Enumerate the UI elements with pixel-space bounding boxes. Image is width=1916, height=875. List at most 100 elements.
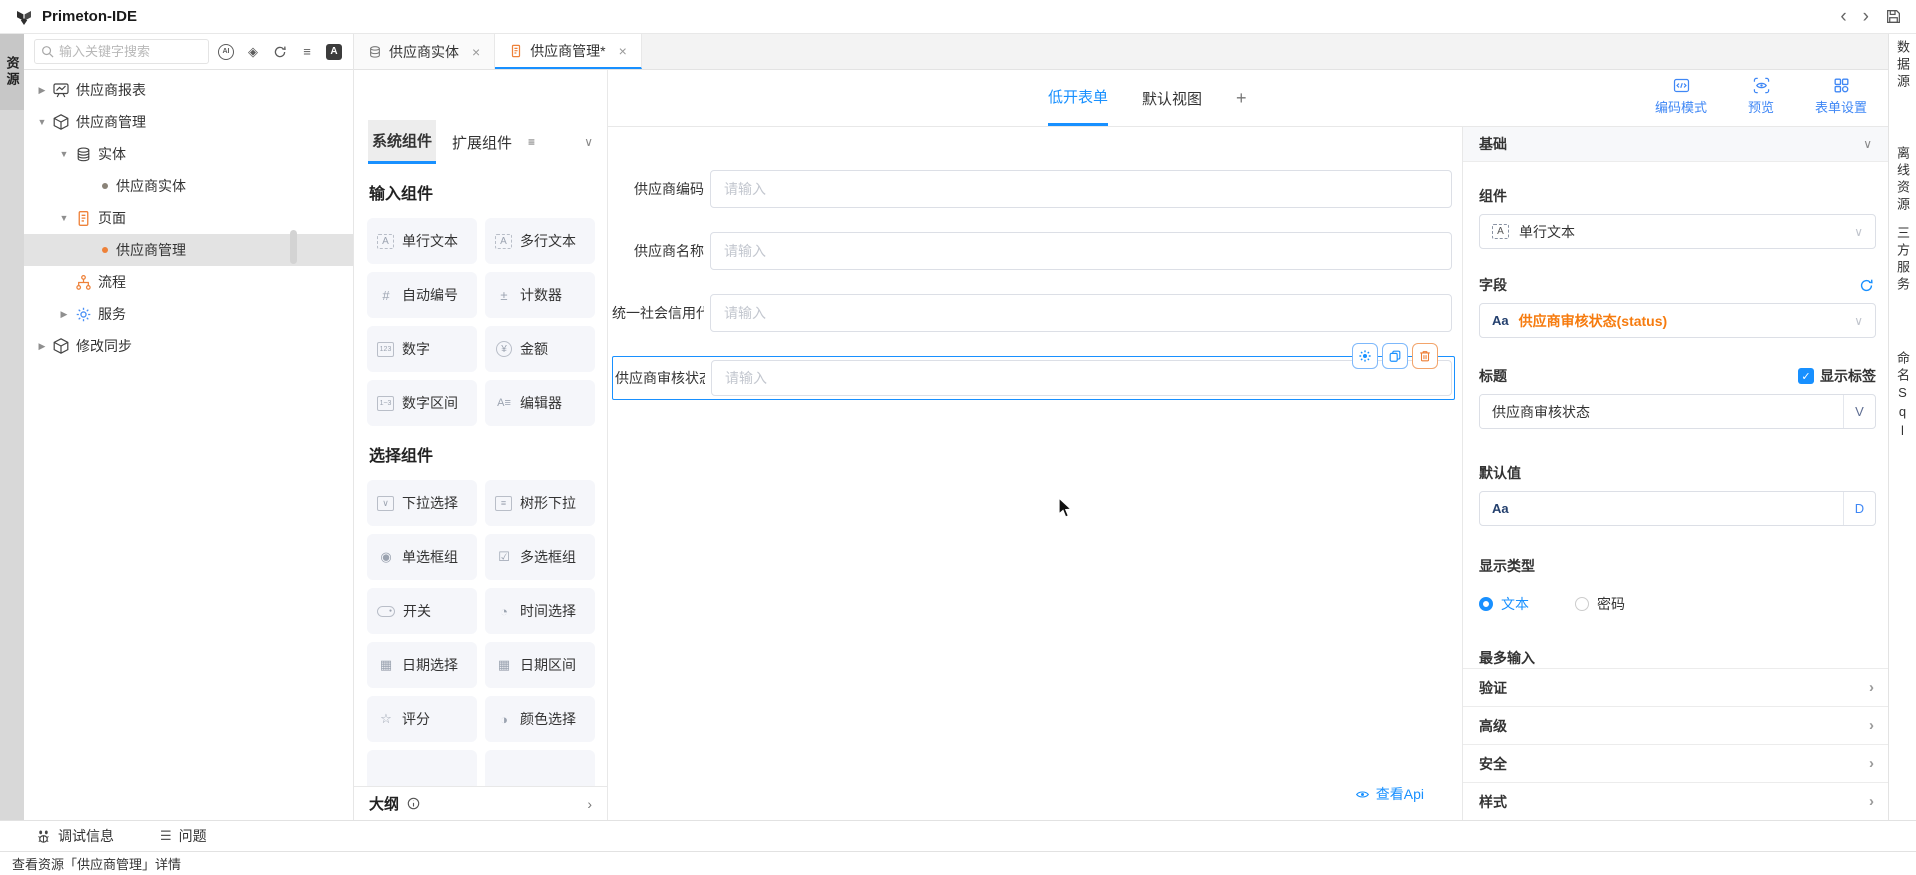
palette-item-date-picker[interactable]: ▦ 日期选择 [367,642,477,688]
view-api-link[interactable]: 查看Api [1355,784,1424,804]
palette-item-counter[interactable]: ± 计数器 [485,272,595,318]
activity-tab-resources[interactable]: 资源 [0,34,24,110]
field-settings-button[interactable] [1352,343,1378,369]
palette-item-dropdown[interactable]: ∨ 下拉选择 [367,480,477,526]
tree-item-supplier-mgmt[interactable]: ▼ 供应商管理 [24,106,353,138]
history-back-icon[interactable]: ‹ [1840,7,1846,26]
palette-item-multi-line-text[interactable]: A 多行文本 [485,218,595,264]
credit-code-input[interactable] [710,294,1452,332]
editor-tab-supplier-entity[interactable]: 供应商实体 × [354,34,496,69]
title-label-row: 标题 ✓ 显示标签 [1479,366,1876,386]
field-select[interactable]: Aa 供应商审核状态(status) ∨ [1479,303,1876,338]
chevron-right-icon: › [1869,717,1874,734]
refresh-field-icon[interactable] [1859,278,1874,293]
tree-item-services[interactable]: ▶ 服务 [24,298,353,330]
radio-password[interactable]: 密码 [1575,594,1625,614]
palette-item-tree-dropdown[interactable]: ≡ 树形下拉 [485,480,595,526]
model-icon[interactable]: ◈ [244,43,262,61]
palette-item-partial[interactable] [367,750,477,786]
palette-tab-extension[interactable]: 扩展组件 [448,120,516,164]
field-delete-button[interactable] [1412,343,1438,369]
default-value-dynamic-button[interactable]: D [1843,492,1875,525]
tree-item-entities[interactable]: ▼ 实体 [24,138,353,170]
form-field-supplier-name[interactable]: 供应商名称 [612,232,1452,270]
supplier-name-input[interactable] [710,232,1452,270]
show-label-checkbox-row[interactable]: ✓ 显示标签 [1798,366,1876,386]
radio-text[interactable]: 文本 [1479,594,1529,614]
problems-button[interactable]: ☰ 问题 [160,826,207,846]
search-input[interactable] [59,44,202,59]
palette-item-number-range[interactable]: 1~3 数字区间 [367,380,477,426]
code-mode-button[interactable]: 编码模式 [1650,77,1712,116]
editor-tab-supplier-mgmt[interactable]: 供应商管理* × [495,34,642,69]
palette-item-date-range[interactable]: ▦ 日期区间 [485,642,595,688]
tree-item-supplier-mgmt-page[interactable]: 供应商管理 [24,234,353,266]
tree-item-pages[interactable]: ▼ 页面 [24,202,353,234]
search-box[interactable] [34,39,209,64]
chevron-down-icon[interactable]: ∨ [584,135,593,149]
supplier-code-input[interactable] [710,170,1452,208]
form-field-credit-code[interactable]: 统一社会信用代 [612,294,1452,332]
add-view-button[interactable]: + [1236,70,1247,126]
section-security[interactable]: 安全 › [1463,744,1888,782]
expanded-triangle-icon[interactable]: ▼ [56,213,72,223]
dock-item-datasource[interactable]: 数据源 [1893,40,1912,91]
palette-item-editor[interactable]: A≡ 编辑器 [485,380,595,426]
section-style[interactable]: 样式 › [1463,782,1888,820]
section-validation[interactable]: 验证 › [1463,668,1888,706]
close-icon[interactable]: × [619,43,627,59]
tree-item-supplier-entity[interactable]: 供应商实体 [24,170,353,202]
title-variable-button[interactable]: V [1843,395,1875,428]
view-tab-lowcode-form[interactable]: 低开表单 [1048,70,1109,126]
debug-info-button[interactable]: 调试信息 [36,826,114,846]
palette-item-color-picker[interactable]: ◑ 颜色选择 [485,696,595,742]
dock-item-third-party-services[interactable]: 三方服务 [1893,226,1912,294]
collapsed-triangle-icon[interactable]: ▶ [34,85,50,96]
section-advanced[interactable]: 高级 › [1463,706,1888,744]
tree-scrollbar-thumb[interactable] [290,230,297,264]
preview-button[interactable]: 预览 [1730,77,1792,116]
expanded-triangle-icon[interactable]: ▼ [56,149,72,159]
form-field-supplier-code[interactable]: 供应商编码 [612,170,1452,208]
default-value-input-group[interactable]: Aa D [1479,491,1876,526]
audit-status-input[interactable] [711,360,1452,396]
component-select[interactable]: A 单行文本 ∨ [1479,214,1876,249]
dock-item-named-sql[interactable]: 命名Sql [1893,351,1912,442]
dock-item-offline-resources[interactable]: 离线资源 [1893,146,1912,214]
close-icon[interactable]: × [472,44,480,60]
outline-edit-icon[interactable]: ≡ [298,43,316,61]
ai-assistant-icon[interactable]: AI [217,43,235,61]
view-tab-default-view[interactable]: 默认视图 [1142,70,1202,126]
checkbox-checked-icon[interactable]: ✓ [1798,368,1814,384]
save-icon[interactable] [1885,8,1902,25]
palette-tab-system[interactable]: 系统组件 [368,120,437,164]
palette-item-switch[interactable]: ● 开关 [367,588,477,634]
palette-item-partial[interactable] [485,750,595,786]
tree-item-process[interactable]: 流程 [24,266,353,298]
properties-header[interactable]: 基础 ∨ [1463,127,1888,162]
field-copy-button[interactable] [1382,343,1408,369]
palette-item-time-picker[interactable]: ◔ 时间选择 [485,588,595,634]
palette-item-rating[interactable]: ☆ 评分 [367,696,477,742]
rating-icon: ☆ [380,711,392,726]
form-field-audit-status[interactable]: 供应商审核状态 [612,343,1455,400]
title-input[interactable] [1480,395,1843,428]
tree-item-supplier-report[interactable]: ▶ 供应商报表 [24,74,353,106]
history-forward-icon[interactable]: › [1863,7,1869,26]
form-settings-button[interactable]: 表单设置 [1810,77,1872,116]
palette-item-checkbox-group[interactable]: ☑ 多选框组 [485,534,595,580]
palette-item-auto-number[interactable]: # 自动编号 [367,272,477,318]
palette-item-single-line-text[interactable]: A 单行文本 [367,218,477,264]
tree-item-modify-sync[interactable]: ▶ 修改同步 [24,330,353,362]
collapsed-triangle-icon[interactable]: ▶ [56,309,72,320]
palette-item-number[interactable]: 123 数字 [367,326,477,372]
palette-item-amount[interactable]: ¥ 金额 [485,326,595,372]
refresh-icon[interactable] [271,43,289,61]
collapsed-triangle-icon[interactable]: ▶ [34,341,50,352]
expanded-triangle-icon[interactable]: ▼ [34,117,50,127]
chevron-right-icon[interactable]: › [587,796,592,812]
translate-icon[interactable]: A [325,43,343,61]
hamburger-icon[interactable]: ≡ [528,135,535,149]
outline-footer[interactable]: 大纲 › [354,786,607,820]
palette-item-radio-group[interactable]: ◉ 单选框组 [367,534,477,580]
